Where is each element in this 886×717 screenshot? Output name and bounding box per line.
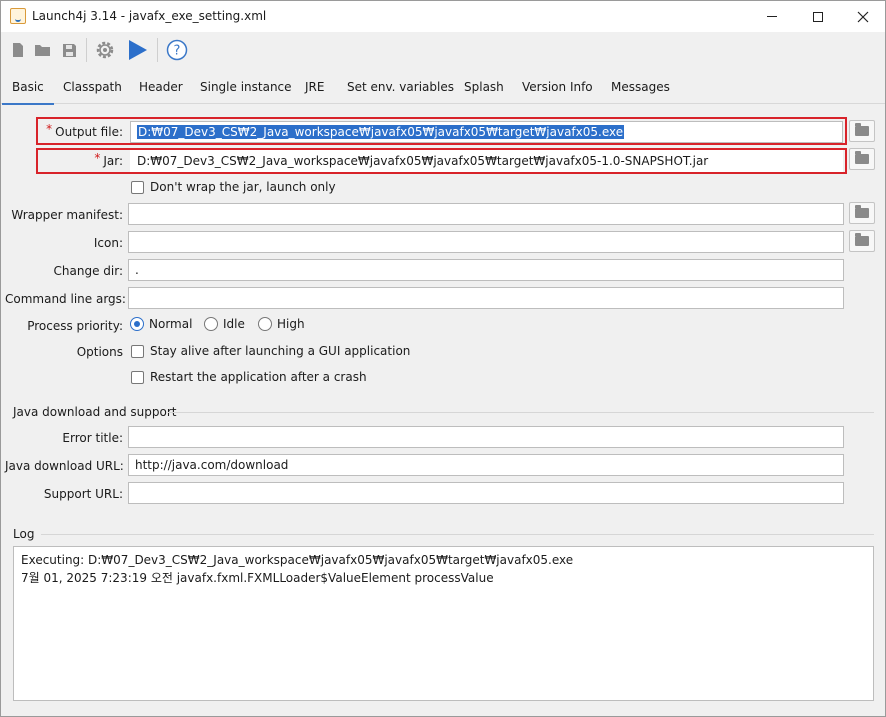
priority-idle-option[interactable]: Idle: [204, 317, 245, 331]
icon-label: Icon:: [93, 236, 123, 250]
priority-idle-label: Idle: [223, 317, 245, 331]
output-file-field[interactable]: D:₩07_Dev3_CS₩2_Java_workspace₩javafx05₩…: [130, 121, 843, 143]
restart-checkbox-row[interactable]: Restart the application after a crash: [131, 370, 367, 384]
close-icon: [857, 11, 869, 22]
minimize-icon: [767, 16, 777, 17]
tab-version-info[interactable]: Version Info: [522, 80, 593, 94]
new-file-icon: [13, 43, 23, 57]
play-icon: [129, 40, 147, 60]
priority-normal-radio[interactable]: [130, 317, 144, 331]
maximize-icon: [813, 11, 823, 22]
new-button[interactable]: [7, 39, 29, 61]
toolbar-separator: [157, 38, 158, 62]
priority-normal-option[interactable]: Normal: [130, 317, 192, 331]
dont-wrap-label: Don't wrap the jar, launch only: [150, 180, 336, 194]
options-label: Options: [76, 345, 123, 359]
section-divider: [41, 534, 874, 535]
jar-label-text: Jar:: [103, 154, 123, 168]
stay-alive-checkbox[interactable]: [131, 344, 144, 358]
priority-high-radio[interactable]: [258, 317, 272, 331]
java-download-section-title: Java download and support: [13, 405, 177, 419]
open-folder-icon: [35, 45, 50, 56]
output-file-label: * Output file:: [5, 122, 123, 139]
open-button[interactable]: [32, 39, 54, 61]
tab-messages[interactable]: Messages: [611, 80, 670, 94]
folder-icon: [855, 151, 869, 164]
tab-bar: Basic Classpath Header Single instance J…: [1, 72, 885, 105]
run-button[interactable]: [125, 38, 149, 62]
wrapper-manifest-field[interactable]: [128, 203, 844, 225]
maximize-button[interactable]: [795, 1, 841, 32]
java-download-url-label: Java download URL:: [5, 459, 124, 473]
gear-icon: [96, 41, 114, 59]
log-area[interactable]: Executing: D:₩07_Dev3_CS₩2_Java_workspac…: [13, 546, 874, 701]
tab-header[interactable]: Header: [139, 80, 183, 94]
folder-icon: [855, 205, 869, 218]
jar-field[interactable]: D:₩07_Dev3_CS₩2_Java_workspace₩javafx05₩…: [130, 150, 843, 172]
support-url-field[interactable]: [128, 482, 844, 504]
icon-field[interactable]: [128, 231, 844, 253]
jar-browse-button[interactable]: [849, 148, 875, 170]
command-line-args-label: Command line args:: [5, 292, 126, 306]
tab-set-env-variables[interactable]: Set env. variables: [347, 80, 454, 94]
output-file-value: D:₩07_Dev3_CS₩2_Java_workspace₩javafx05₩…: [137, 125, 625, 139]
close-button[interactable]: [840, 1, 886, 32]
save-button[interactable]: [58, 39, 80, 61]
error-title-field[interactable]: [128, 426, 844, 448]
priority-normal-label: Normal: [149, 317, 193, 331]
save-icon: [62, 43, 76, 57]
restart-checkbox[interactable]: [131, 370, 144, 384]
priority-high-option[interactable]: High: [258, 317, 305, 331]
required-marker: *: [94, 151, 101, 165]
change-dir-label: Change dir:: [53, 264, 123, 278]
title-bar: Launch4j 3.14 - javafx_exe_setting.xml: [1, 1, 885, 32]
priority-idle-radio[interactable]: [204, 317, 218, 331]
folder-icon: [855, 123, 869, 136]
toolbar: ?: [1, 32, 885, 68]
app-icon: [10, 8, 26, 24]
wrapper-manifest-label: Wrapper manifest:: [11, 208, 123, 222]
jar-label: * Jar:: [5, 151, 123, 168]
tab-splash[interactable]: Splash: [464, 80, 504, 94]
window-title: Launch4j 3.14 - javafx_exe_setting.xml: [32, 9, 267, 23]
dont-wrap-checkbox-row[interactable]: Don't wrap the jar, launch only: [131, 180, 336, 194]
stay-alive-checkbox-row[interactable]: Stay alive after launching a GUI applica…: [131, 344, 410, 358]
restart-label: Restart the application after a crash: [150, 370, 367, 384]
log-line: Executing: D:₩07_Dev3_CS₩2_Java_workspac…: [21, 553, 574, 567]
output-file-browse-button[interactable]: [849, 120, 875, 142]
section-divider: [168, 412, 874, 413]
toolbar-separator: [86, 38, 87, 62]
log-section-title: Log: [13, 527, 35, 541]
tab-jre[interactable]: JRE: [305, 80, 324, 94]
wrapper-manifest-browse-button[interactable]: [849, 202, 875, 224]
folder-icon: [855, 233, 869, 246]
tab-single-instance[interactable]: Single instance: [200, 80, 292, 94]
support-url-label: Support URL:: [43, 487, 123, 501]
priority-high-label: High: [277, 317, 305, 331]
tab-basic[interactable]: Basic: [2, 80, 54, 105]
app-window: Launch4j 3.14 - javafx_exe_setting.xml ?…: [0, 0, 886, 717]
tab-classpath[interactable]: Classpath: [63, 80, 122, 94]
log-line: 7월 01, 2025 7:23:19 오전 javafx.fxml.FXMLL…: [21, 571, 494, 585]
error-title-label: Error title:: [62, 431, 123, 445]
command-line-args-field[interactable]: [128, 287, 844, 309]
icon-browse-button[interactable]: [849, 230, 875, 252]
build-settings-button[interactable]: [94, 39, 116, 61]
required-marker: *: [46, 122, 53, 136]
output-file-label-text: Output file:: [55, 125, 123, 139]
process-priority-label: Process priority:: [27, 319, 123, 333]
stay-alive-label: Stay alive after launching a GUI applica…: [150, 344, 411, 358]
minimize-button[interactable]: [749, 1, 795, 32]
help-icon: ?: [166, 39, 188, 61]
help-button[interactable]: ?: [165, 38, 189, 62]
svg-text:?: ?: [174, 44, 181, 59]
java-download-url-field[interactable]: http://java.com/download: [128, 454, 844, 476]
change-dir-field[interactable]: .: [128, 259, 844, 281]
dont-wrap-checkbox[interactable]: [131, 180, 144, 194]
